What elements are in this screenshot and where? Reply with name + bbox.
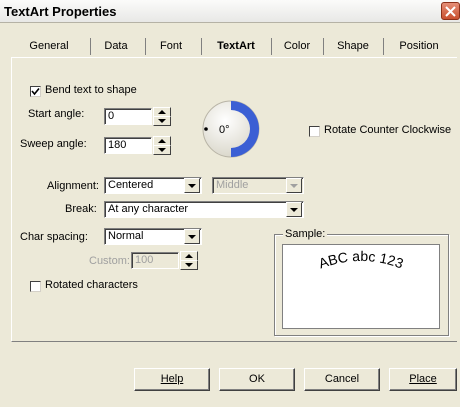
break-select[interactable]: At any character <box>104 201 304 218</box>
alignment-dropdown-button[interactable] <box>184 178 200 193</box>
break-label: Break: <box>65 203 97 215</box>
char-spacing-value: Normal <box>108 230 144 242</box>
sample-label: Sample: <box>283 228 328 240</box>
chevron-down-icon <box>290 208 298 212</box>
break-value: At any character <box>108 203 189 215</box>
char-spacing-label: Char spacing: <box>20 231 88 243</box>
chevron-down-icon <box>290 184 298 188</box>
arrow-down-icon <box>185 263 193 267</box>
bend-text-checkbox[interactable] <box>30 86 41 97</box>
chevron-down-icon <box>188 235 196 239</box>
sample-arc-text: ABC abc 123 <box>316 248 405 272</box>
arrow-up-icon <box>158 110 166 114</box>
checkmark-icon <box>31 87 40 96</box>
tab-data[interactable]: Data <box>93 36 139 56</box>
cancel-button[interactable]: Cancel <box>304 368 380 391</box>
tab-shape[interactable]: Shape <box>327 36 379 56</box>
chevron-down-icon <box>188 184 196 188</box>
tab-separator <box>271 38 272 55</box>
tab-separator <box>323 38 324 55</box>
tab-separator <box>383 38 384 55</box>
break-dropdown-button[interactable] <box>286 202 302 217</box>
place-button-label: Place <box>409 373 437 385</box>
cancel-button-label: Cancel <box>324 373 360 385</box>
sample-preview: ABC abc 123 <box>282 244 440 329</box>
tab-separator <box>90 38 91 55</box>
window-title: TextArt Properties <box>4 4 117 19</box>
dial-handle <box>204 127 208 131</box>
angle-dial[interactable] <box>196 98 266 160</box>
tab-separator <box>201 38 202 55</box>
bend-text-label: Bend text to shape <box>45 84 137 96</box>
rotated-characters-label: Rotated characters <box>45 279 138 291</box>
arrow-down-icon <box>158 148 166 152</box>
custom-spinner[interactable] <box>180 251 198 270</box>
custom-input[interactable]: 100 <box>131 252 179 269</box>
close-icon <box>445 6 456 17</box>
help-button-label: Help <box>160 373 184 385</box>
sample-arc-text-canvas: ABC abc 123 <box>316 248 405 272</box>
tab-position[interactable]: Position <box>389 36 449 56</box>
tab-separator <box>145 38 146 55</box>
vertical-alignment-value: Middle <box>216 179 249 191</box>
sweep-angle-label: Sweep angle: <box>20 138 87 150</box>
spin-down-button[interactable] <box>153 116 171 126</box>
rotated-characters-checkbox[interactable] <box>30 281 41 292</box>
spin-down-button[interactable] <box>180 260 198 270</box>
tab-color[interactable]: Color <box>275 36 319 56</box>
char-spacing-dropdown-button[interactable] <box>184 229 200 244</box>
alignment-label: Alignment: <box>47 180 99 192</box>
arrow-up-icon <box>158 139 166 143</box>
tab-textart[interactable]: TextArt <box>205 36 267 56</box>
ok-button-label: OK <box>249 373 265 385</box>
arrow-down-icon <box>158 119 166 123</box>
tab-font[interactable]: Font <box>149 36 193 56</box>
sweep-angle-input[interactable]: 180 <box>104 137 152 154</box>
start-angle-spinner[interactable] <box>153 107 171 126</box>
rotate-ccw-checkbox[interactable] <box>309 126 320 137</box>
place-button[interactable]: Place <box>389 368 457 391</box>
start-angle-input[interactable]: 0 <box>104 108 152 125</box>
vertical-alignment-dropdown-button[interactable] <box>286 178 302 193</box>
dial-angle-label: 0° <box>219 124 230 136</box>
start-angle-label: Start angle: <box>28 108 85 120</box>
custom-label: Custom: <box>89 255 130 267</box>
sweep-angle-spinner[interactable] <box>153 136 171 155</box>
spin-down-button[interactable] <box>153 145 171 155</box>
tab-general[interactable]: General <box>17 36 81 56</box>
help-button[interactable]: Help <box>134 368 210 391</box>
arrow-up-icon <box>185 254 193 258</box>
close-button[interactable] <box>441 2 460 20</box>
rotate-ccw-label: Rotate Counter Clockwise <box>324 124 452 136</box>
alignment-value: Centered <box>108 179 154 191</box>
ok-button[interactable]: OK <box>219 368 295 391</box>
